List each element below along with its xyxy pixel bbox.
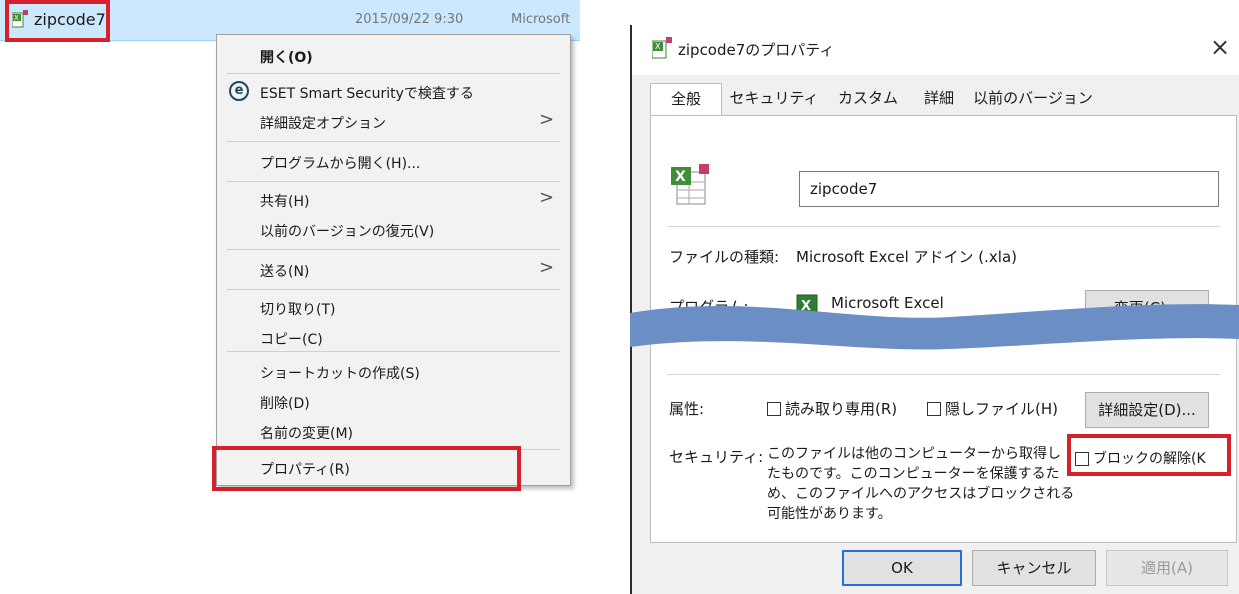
menu-item-restore-previous[interactable]: 以前のバージョンの復元(V) <box>260 221 434 241</box>
readonly-label[interactable]: 読み取り専用(R) <box>785 398 897 419</box>
menu-separator <box>227 73 560 74</box>
file-type-label: ファイルの種類: <box>669 248 780 266</box>
menu-item-open[interactable]: 開く(O) <box>260 47 313 67</box>
file-name-field[interactable]: zipcode7 <box>799 171 1219 207</box>
tab-details[interactable]: 詳細 <box>914 83 964 115</box>
security-text-line: たものです。このコンピューターを保護するた <box>767 466 1060 482</box>
menu-separator <box>227 181 560 182</box>
properties-highlight-box <box>212 446 521 491</box>
menu-item-rename[interactable]: 名前の変更(M) <box>260 423 353 443</box>
eset-icon: e <box>229 81 249 101</box>
security-text-line: 可能性があります。 <box>767 506 892 522</box>
file-type-partial: Microsoft <box>511 12 571 27</box>
menu-item-cut[interactable]: 切り取り(T) <box>260 299 335 319</box>
security-message: このファイルは他のコンピューターから取得し たものです。このコンピューターを保護… <box>767 444 1074 524</box>
menu-item-open-with[interactable]: プログラムから開く(H)... <box>260 153 420 173</box>
divider <box>667 374 1220 375</box>
chevron-right-icon: > <box>539 109 555 130</box>
excel-file-icon: X <box>671 164 709 205</box>
menu-separator <box>227 249 560 250</box>
menu-item-copy[interactable]: コピー(C) <box>260 329 323 349</box>
attributes-label: 属性: <box>669 400 705 418</box>
tab-security[interactable]: セキュリティ <box>724 83 824 115</box>
divider <box>667 226 1220 227</box>
menu-item-share[interactable]: 共有(H) <box>260 191 309 211</box>
security-text-line: このファイルは他のコンピューターから取得し <box>767 446 1061 462</box>
hidden-label[interactable]: 隠しファイル(H) <box>945 398 1058 419</box>
cancel-button[interactable]: キャンセル <box>972 550 1096 586</box>
tab-custom[interactable]: カスタム <box>826 83 910 115</box>
dialog-title: zipcode7のプロパティ <box>678 41 835 59</box>
file-highlight-box <box>5 0 110 42</box>
dialog-titlebar: X zipcode7のプロパティ × <box>632 25 1239 75</box>
svg-text:X: X <box>655 42 661 51</box>
readonly-checkbox[interactable] <box>767 402 781 416</box>
menu-separator <box>227 289 560 290</box>
security-text-line: め、このファイルへのアクセスはブロックされる <box>767 486 1075 502</box>
cut-wave-band <box>630 304 1239 350</box>
ok-button[interactable]: OK <box>842 550 962 586</box>
file-type-value: Microsoft Excel アドイン (.xla) <box>796 248 1018 266</box>
menu-separator <box>227 141 560 142</box>
menu-item-eset-scan[interactable]: ESET Smart Securityで検査する <box>260 83 474 103</box>
chevron-right-icon: > <box>539 257 555 278</box>
close-icon[interactable]: × <box>1210 33 1230 61</box>
menu-separator <box>227 351 560 352</box>
tab-previous-versions[interactable]: 以前のバージョン <box>968 83 1098 115</box>
menu-item-send-to[interactable]: 送る(N) <box>260 261 309 281</box>
tab-general[interactable]: 全般 <box>650 83 722 116</box>
svg-text:X: X <box>675 169 686 185</box>
file-date: 2015/09/22 9:30 <box>355 12 464 27</box>
hidden-checkbox[interactable] <box>927 402 941 416</box>
context-menu: 開く(O) e ESET Smart Securityで検査する 詳細設定オプシ… <box>216 34 571 486</box>
menu-item-delete[interactable]: 削除(D) <box>260 393 310 413</box>
excel-addin-icon: X <box>652 37 672 59</box>
chevron-right-icon: > <box>539 187 555 208</box>
menu-item-advanced-options[interactable]: 詳細設定オプション <box>260 113 386 133</box>
security-label: セキュリティ: <box>669 448 764 466</box>
advanced-attributes-button[interactable]: 詳細設定(D)... <box>1085 392 1209 428</box>
unblock-highlight-box <box>1067 434 1231 476</box>
apply-button[interactable]: 適用(A) <box>1106 550 1228 586</box>
menu-item-create-shortcut[interactable]: ショートカットの作成(S) <box>260 363 420 383</box>
